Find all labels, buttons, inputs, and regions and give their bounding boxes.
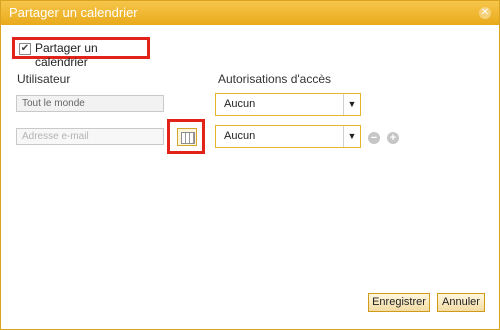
address-book-icon <box>181 132 195 144</box>
address-book-highlight <box>167 119 205 154</box>
permission-select-value: Aucun <box>224 130 256 142</box>
add-row-icon[interactable]: + <box>387 132 399 144</box>
permission-select-value: Aucun <box>224 98 256 110</box>
share-calendar-checkbox-highlight: ✔ Partager un calendrier <box>12 37 150 69</box>
chevron-down-icon[interactable]: ▼ <box>343 126 360 147</box>
dialog-title-bar: Partager un calendrier ✕ <box>1 1 499 25</box>
cancel-button[interactable]: Annuler <box>437 293 485 312</box>
share-calendar-dialog: Partager un calendrier ✕ ✔ Partager un c… <box>0 0 500 330</box>
share-calendar-checkbox[interactable]: ✔ <box>19 43 31 55</box>
remove-row-icon[interactable]: − <box>368 132 380 144</box>
column-header-permissions: Autorisations d'accès <box>218 72 332 86</box>
close-icon[interactable]: ✕ <box>479 7 491 19</box>
address-book-button[interactable] <box>177 128 197 146</box>
user-field-everyone: Tout le monde <box>16 95 164 112</box>
permission-select-email[interactable]: Aucun ▼ <box>215 125 361 148</box>
dialog-title: Partager un calendrier <box>9 5 138 20</box>
chevron-down-icon[interactable]: ▼ <box>343 94 360 115</box>
save-button[interactable]: Enregistrer <box>368 293 430 312</box>
column-header-user: Utilisateur <box>17 72 71 86</box>
share-calendar-label[interactable]: Partager un calendrier <box>35 41 147 69</box>
email-field[interactable]: Adresse e-mail <box>16 128 164 145</box>
email-placeholder: Adresse e-mail <box>22 131 89 142</box>
permission-select-everyone[interactable]: Aucun ▼ <box>215 93 361 116</box>
